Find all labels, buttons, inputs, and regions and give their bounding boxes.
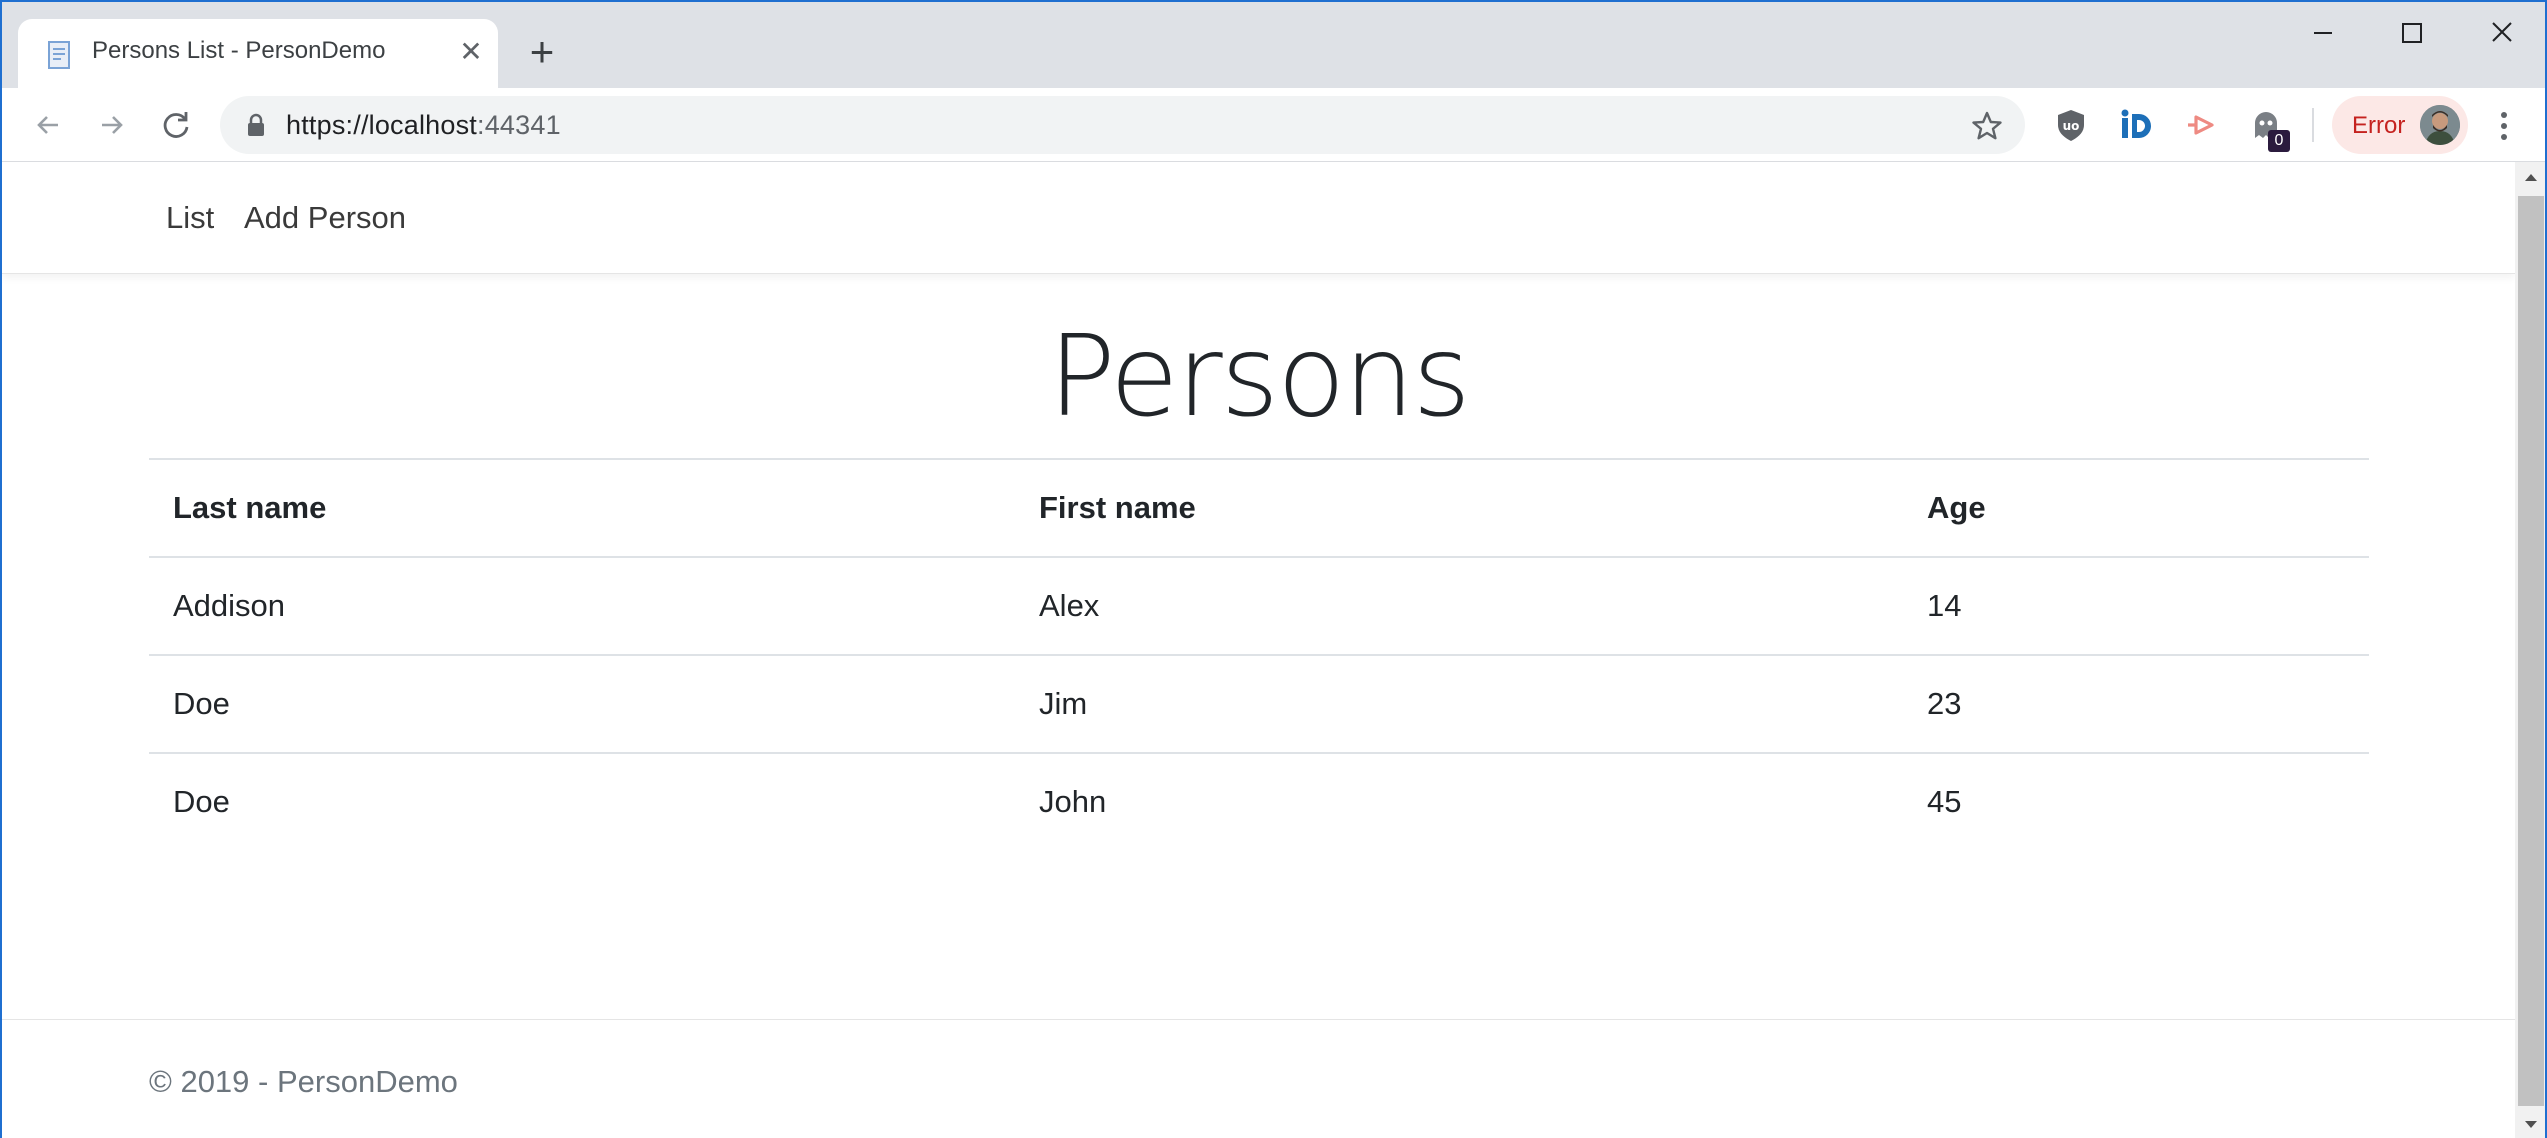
column-header-last-name: Last name: [173, 490, 327, 525]
cell-age: 14: [1927, 588, 1962, 623]
cell-first-name: John: [1039, 784, 1107, 819]
cell-last-name: Doe: [173, 784, 230, 819]
svg-text:uo: uo: [2063, 119, 2080, 133]
scrollbar-thumb[interactable]: [2518, 196, 2544, 1106]
site-navbar: List Add Person: [2, 162, 2515, 274]
back-arrow-icon[interactable]: [28, 105, 68, 145]
close-window-icon[interactable]: [2472, 12, 2532, 52]
profile-error-button[interactable]: Error: [2332, 96, 2468, 154]
tab-title: Persons List - PersonDemo: [92, 37, 386, 64]
profile-status-label: Error: [2352, 112, 2406, 139]
nav-link-list[interactable]: List: [166, 200, 214, 236]
vertical-scrollbar[interactable]: [2515, 162, 2547, 1138]
column-header-first-name: First name: [1039, 490, 1196, 525]
page-viewport: List Add Person Persons Last name First …: [2, 162, 2515, 1138]
tab-close-icon[interactable]: ✕: [456, 37, 486, 67]
cell-first-name: Alex: [1039, 588, 1100, 623]
url-host: https://localhost: [286, 110, 478, 140]
cell-first-name: Jim: [1039, 686, 1088, 721]
scroll-up-arrow-icon[interactable]: [2515, 162, 2547, 194]
cell-age: 45: [1927, 784, 1962, 819]
table-row: Doe Jim 23: [149, 654, 2369, 752]
lock-icon[interactable]: [246, 113, 266, 137]
extension-badge: 0: [2268, 130, 2290, 152]
url-text: https://localhost:44341: [286, 110, 561, 141]
browser-toolbar: https://localhost:44341 uo 0 Error: [2, 88, 2545, 162]
footer-copyright: © 2019 - PersonDemo: [149, 1064, 458, 1099]
maximize-window-icon[interactable]: [2382, 12, 2442, 52]
table-row: Doe John 45: [149, 752, 2369, 850]
browser-menu-icon[interactable]: [2486, 106, 2522, 146]
table-header-row: Last name First name Age: [149, 458, 2369, 556]
persons-table: Last name First name Age Addison Alex 14…: [149, 458, 2369, 850]
arrow-extension-icon[interactable]: [2182, 106, 2220, 144]
browser-window: Persons List - PersonDemo ✕ + https://lo…: [0, 0, 2547, 1138]
tab-strip: Persons List - PersonDemo ✕ +: [2, 2, 2545, 88]
new-tab-icon[interactable]: +: [522, 31, 562, 73]
nav-link-add-person[interactable]: Add Person: [244, 200, 406, 236]
id-extension-icon[interactable]: [2117, 106, 2155, 144]
table-row: Addison Alex 14: [149, 556, 2369, 654]
ublock-shield-icon[interactable]: uo: [2052, 106, 2090, 144]
cell-last-name: Doe: [173, 686, 230, 721]
page-title: Persons: [1048, 312, 1471, 442]
forward-arrow-icon[interactable]: [92, 105, 132, 145]
document-favicon-icon: [48, 41, 70, 69]
url-port: :44341: [477, 110, 561, 140]
cell-age: 23: [1927, 686, 1962, 721]
page-footer: © 2019 - PersonDemo: [2, 1019, 2515, 1138]
scroll-down-arrow-icon[interactable]: [2515, 1108, 2547, 1138]
address-bar[interactable]: https://localhost:44341: [220, 96, 2025, 154]
tab-persons-list[interactable]: Persons List - PersonDemo ✕: [18, 19, 498, 88]
column-header-age: Age: [1927, 490, 1986, 525]
bookmark-star-icon[interactable]: [1970, 109, 2004, 143]
avatar: [2420, 105, 2460, 145]
reload-icon[interactable]: [156, 105, 196, 145]
minimize-window-icon[interactable]: [2292, 12, 2352, 52]
cell-last-name: Addison: [173, 588, 286, 623]
toolbar-separator: [2312, 108, 2314, 142]
